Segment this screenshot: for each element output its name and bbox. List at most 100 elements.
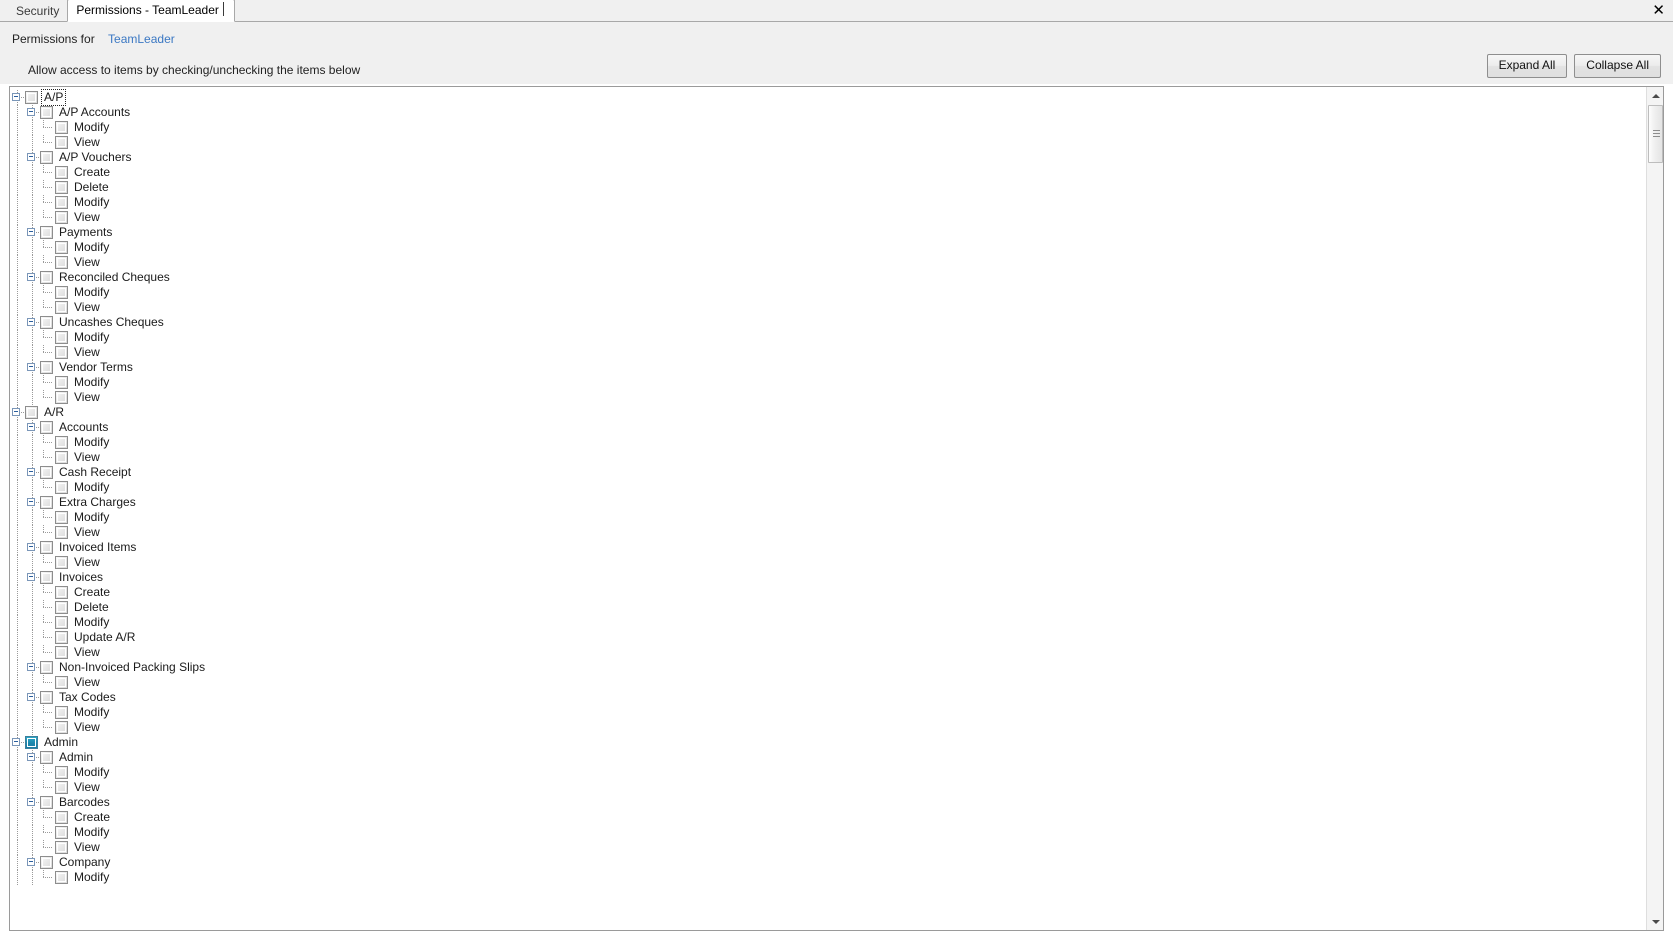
scroll-up-button[interactable] [1647, 87, 1663, 104]
tree-row[interactable]: Modify [10, 615, 1645, 630]
tree-row[interactable]: View [10, 645, 1645, 660]
permission-checkbox[interactable] [55, 676, 68, 689]
permission-checkbox[interactable] [40, 316, 53, 329]
permission-checkbox[interactable] [40, 106, 53, 119]
permission-checkbox[interactable] [40, 661, 53, 674]
expand-all-button[interactable]: Expand All [1486, 54, 1568, 78]
scrollbar-thumb[interactable] [1648, 105, 1663, 163]
tree-row[interactable]: Cash Receipt [10, 465, 1645, 480]
permission-checkbox[interactable] [55, 196, 68, 209]
tree-row[interactable]: Invoices [10, 570, 1645, 585]
permission-checkbox[interactable] [40, 466, 53, 479]
permission-checkbox[interactable] [55, 586, 68, 599]
tree-row[interactable]: Modify [10, 195, 1645, 210]
permission-checkbox[interactable] [55, 616, 68, 629]
permission-checkbox[interactable] [55, 376, 68, 389]
permission-checkbox[interactable] [55, 391, 68, 404]
permission-checkbox[interactable] [55, 841, 68, 854]
tree-row[interactable]: Modify [10, 285, 1645, 300]
collapse-expander-icon[interactable] [10, 90, 27, 105]
tree-row[interactable]: Modify [10, 480, 1645, 495]
permission-checkbox[interactable] [40, 496, 53, 509]
tab-security[interactable]: Security [8, 1, 67, 22]
permission-checkbox[interactable] [55, 631, 68, 644]
role-name-link[interactable]: TeamLeader [108, 32, 175, 46]
tree-row[interactable]: View [10, 300, 1645, 315]
permission-checkbox[interactable] [40, 361, 53, 374]
close-icon[interactable]: ✕ [1652, 2, 1665, 18]
tree-row[interactable]: Modify [10, 330, 1645, 345]
collapse-expander-icon[interactable] [25, 270, 42, 285]
permission-checkbox[interactable] [55, 346, 68, 359]
permission-checkbox[interactable] [40, 541, 53, 554]
collapse-expander-icon[interactable] [25, 750, 42, 765]
permission-checkbox[interactable] [55, 766, 68, 779]
permission-checkbox[interactable] [55, 781, 68, 794]
tree-row[interactable]: A/P Accounts [10, 105, 1645, 120]
tree-row[interactable]: Create [10, 165, 1645, 180]
permission-checkbox[interactable] [55, 331, 68, 344]
tree-row[interactable]: View [10, 780, 1645, 795]
tree-row[interactable]: Delete [10, 600, 1645, 615]
permission-checkbox[interactable] [40, 691, 53, 704]
tree-row[interactable]: View [10, 555, 1645, 570]
permission-checkbox[interactable] [25, 406, 38, 419]
collapse-expander-icon[interactable] [25, 360, 42, 375]
tree-row[interactable]: Modify [10, 375, 1645, 390]
permission-checkbox[interactable] [55, 646, 68, 659]
permission-checkbox[interactable] [55, 301, 68, 314]
tree-row[interactable]: View [10, 255, 1645, 270]
tree-row[interactable]: Reconciled Cheques [10, 270, 1645, 285]
collapse-expander-icon[interactable] [25, 105, 42, 120]
permission-checkbox[interactable] [55, 511, 68, 524]
permission-checkbox[interactable] [55, 286, 68, 299]
collapse-expander-icon[interactable] [25, 795, 42, 810]
collapse-expander-icon[interactable] [25, 420, 42, 435]
permission-checkbox[interactable] [55, 211, 68, 224]
permission-checkbox[interactable] [55, 526, 68, 539]
tree-row[interactable]: Update A/R [10, 630, 1645, 645]
tree-row[interactable]: View [10, 135, 1645, 150]
tree-row[interactable]: Vendor Terms [10, 360, 1645, 375]
permission-checkbox[interactable] [55, 706, 68, 719]
collapse-expander-icon[interactable] [25, 660, 42, 675]
collapse-expander-icon[interactable] [25, 690, 42, 705]
tree-row[interactable]: A/R [10, 405, 1645, 420]
collapse-expander-icon[interactable] [25, 465, 42, 480]
permission-checkbox[interactable] [40, 571, 53, 584]
permission-checkbox[interactable] [55, 811, 68, 824]
tree-row[interactable]: Non-Invoiced Packing Slips [10, 660, 1645, 675]
tree-row[interactable]: View [10, 840, 1645, 855]
tree-row[interactable]: View [10, 675, 1645, 690]
permission-checkbox[interactable] [55, 241, 68, 254]
tree-row[interactable]: Create [10, 810, 1645, 825]
collapse-expander-icon[interactable] [25, 225, 42, 240]
tree-row[interactable]: Accounts [10, 420, 1645, 435]
tree-row[interactable]: Modify [10, 510, 1645, 525]
tree-row[interactable]: Payments [10, 225, 1645, 240]
collapse-expander-icon[interactable] [25, 855, 42, 870]
collapse-expander-icon[interactable] [25, 495, 42, 510]
permission-checkbox[interactable] [55, 721, 68, 734]
permission-checkbox[interactable] [55, 166, 68, 179]
tree-row[interactable]: View [10, 720, 1645, 735]
tree-row[interactable]: Modify [10, 870, 1645, 885]
tree-row[interactable]: Modify [10, 825, 1645, 840]
tree-row[interactable]: Modify [10, 120, 1645, 135]
permission-checkbox[interactable] [55, 436, 68, 449]
collapse-expander-icon[interactable] [25, 540, 42, 555]
vertical-scrollbar[interactable] [1646, 87, 1663, 930]
permission-checkbox[interactable] [55, 256, 68, 269]
permission-checkbox[interactable] [55, 826, 68, 839]
permission-checkbox[interactable] [40, 151, 53, 164]
collapse-expander-icon[interactable] [10, 735, 27, 750]
tree-row[interactable]: Company [10, 855, 1645, 870]
collapse-expander-icon[interactable] [25, 150, 42, 165]
tree-row[interactable]: Modify [10, 435, 1645, 450]
collapse-expander-icon[interactable] [10, 405, 27, 420]
permission-checkbox[interactable] [55, 556, 68, 569]
tab-permissions-teamleader[interactable]: Permissions - TeamLeader [67, 0, 235, 22]
permission-checkbox[interactable] [40, 751, 53, 764]
tree-row[interactable]: A/P [10, 89, 1645, 106]
tree-row[interactable]: View [10, 345, 1645, 360]
